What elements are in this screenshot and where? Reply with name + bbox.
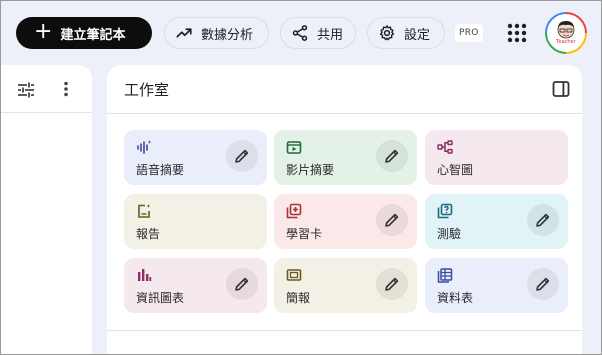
mind-map-icon: [437, 140, 453, 154]
sources-panel: [0, 65, 92, 355]
studio-divider-bottom: [107, 330, 582, 331]
gear-icon: [379, 25, 395, 41]
infographic-icon: [138, 269, 152, 281]
more-vert-icon[interactable]: [57, 80, 75, 98]
pencil-icon: [536, 213, 550, 227]
edit-button[interactable]: [527, 204, 559, 236]
card-report[interactable]: 報告: [124, 194, 267, 249]
card-label: 簡報: [286, 291, 311, 305]
new-notebook-button[interactable]: + 建立筆記本: [16, 17, 152, 49]
edit-button[interactable]: [376, 204, 408, 236]
apps-grid-icon[interactable]: [506, 22, 528, 44]
card-audio-overview[interactable]: 語音摘要: [124, 130, 267, 185]
card-label: 語音摘要: [136, 163, 185, 177]
studio-divider: [107, 113, 582, 114]
pro-badge: PRO: [455, 24, 483, 42]
studio-title: 工作室: [124, 81, 170, 99]
card-data-table[interactable]: 資料表: [425, 258, 568, 313]
edit-button[interactable]: [376, 268, 408, 300]
card-label: 心智圖: [437, 163, 474, 177]
report-icon: [138, 204, 151, 218]
pencil-icon: [235, 277, 249, 291]
edit-button[interactable]: [376, 140, 408, 172]
edit-button[interactable]: [226, 140, 258, 172]
table-icon: [437, 268, 453, 283]
analytics-label: 數據分析: [201, 27, 254, 43]
analytics-button[interactable]: 數據分析: [164, 17, 269, 49]
audio-waveform-icon: [137, 140, 152, 154]
flashcard-icon: [286, 203, 302, 219]
settings-button[interactable]: 設定: [367, 17, 445, 49]
share-icon: [292, 25, 308, 41]
pencil-icon: [235, 149, 249, 163]
edit-button[interactable]: [226, 268, 258, 300]
card-label: 資料表: [437, 291, 474, 305]
pencil-icon: [385, 149, 399, 163]
new-notebook-label: 建立筆記本: [60, 27, 126, 43]
pencil-icon: [385, 213, 399, 227]
slides-icon: [286, 269, 302, 281]
card-label: 影片摘要: [286, 163, 335, 177]
pencil-icon: [385, 277, 399, 291]
video-icon: [286, 141, 302, 154]
avatar-caption: Teacher: [556, 39, 576, 45]
card-slides[interactable]: 簡報: [274, 258, 417, 313]
account-avatar[interactable]: Teacher: [545, 12, 587, 54]
sources-panel-header: [0, 65, 92, 113]
card-mind-map[interactable]: 心智圖: [425, 130, 568, 185]
quiz-icon: [437, 203, 453, 219]
pencil-icon: [536, 277, 550, 291]
plus-icon: +: [34, 19, 53, 44]
card-flashcards[interactable]: 學習卡: [274, 194, 417, 249]
card-label: 報告: [136, 227, 161, 241]
card-label: 資訊圖表: [136, 291, 185, 305]
card-infographic[interactable]: 資訊圖表: [124, 258, 267, 313]
studio-panel: 工作室 語音摘要 影片摘要 心智圖 報告 學習卡 測驗 資訊圖表 簡報 資料表: [107, 65, 582, 355]
share-label: 共用: [317, 27, 344, 43]
trending-up-icon: [176, 28, 192, 38]
card-video-overview[interactable]: 影片摘要: [274, 130, 417, 185]
card-quiz[interactable]: 測驗: [425, 194, 568, 249]
card-label: 測驗: [437, 227, 462, 241]
card-label: 學習卡: [286, 227, 323, 241]
top-bar: + 建立筆記本 數據分析 共用 設定 PRO Teacher: [0, 0, 602, 64]
collapse-panel-icon[interactable]: [552, 80, 570, 98]
edit-button[interactable]: [527, 268, 559, 300]
settings-label: 設定: [404, 27, 431, 43]
share-button[interactable]: 共用: [280, 17, 356, 49]
tune-icon[interactable]: [17, 81, 35, 99]
